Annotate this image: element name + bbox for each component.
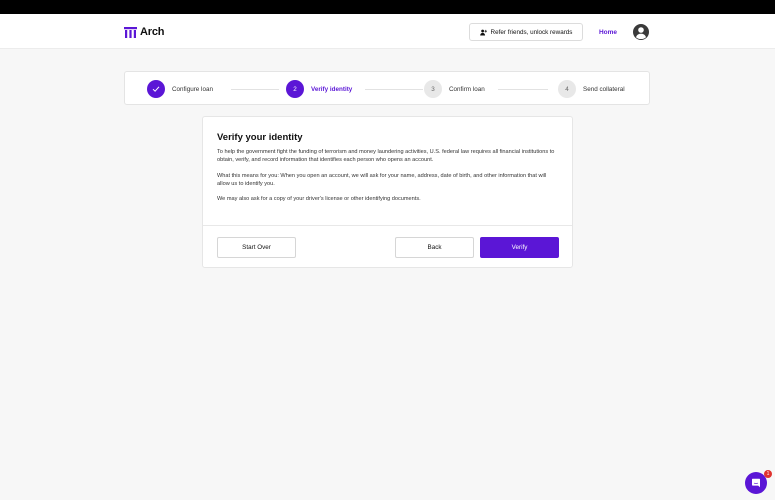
checkmark-icon [147,80,165,98]
app-header: Arch Refer friends, unlock rewards Home [0,14,775,49]
step-number: 4 [558,80,576,98]
step-label: Send collateral [583,85,625,93]
arch-logo[interactable]: Arch [124,24,164,40]
kyc-explanation-text: To help the government fight the funding… [217,149,555,163]
step-number: 2 [286,80,304,98]
step-configure-loan[interactable]: Configure loan [147,80,213,98]
step-number: 3 [424,80,442,98]
verify-identity-card: Verify your identity To help the governm… [202,116,573,268]
step-verify-identity[interactable]: 2 Verify identity [286,80,352,98]
start-over-button[interactable]: Start Over [217,237,296,258]
what-this-means-text: What this means for you: When you open a… [217,173,547,187]
step-label: Confirm loan [449,85,485,93]
divider [203,225,572,226]
step-label: Configure loan [172,85,213,93]
brand-name: Arch [140,26,165,38]
step-send-collateral[interactable]: 4 Send collateral [558,80,625,98]
home-link[interactable]: Home [594,23,622,41]
step-connector [231,89,279,90]
step-label: Verify identity [311,85,353,93]
chat-icon [752,478,760,488]
refer-friends-label: Refer friends, unlock rewards [490,28,573,36]
step-confirm-loan[interactable]: 3 Confirm loan [424,80,485,98]
loan-progress-stepper: Configure loan 2 Verify identity 3 Confi… [124,71,650,105]
page-title: Verify your identity [217,132,303,143]
back-button[interactable]: Back [395,237,474,258]
top-black-bar [0,0,775,14]
notification-badge: 1 [764,470,772,478]
step-connector [498,89,548,90]
arch-logo-icon [124,26,137,38]
step-connector [365,89,423,90]
verify-button[interactable]: Verify [480,237,559,258]
user-avatar-icon[interactable] [633,24,649,40]
documents-note-text: We may also ask for a copy of your drive… [217,196,421,202]
add-person-icon [479,29,487,35]
refer-friends-button[interactable]: Refer friends, unlock rewards [469,23,583,41]
